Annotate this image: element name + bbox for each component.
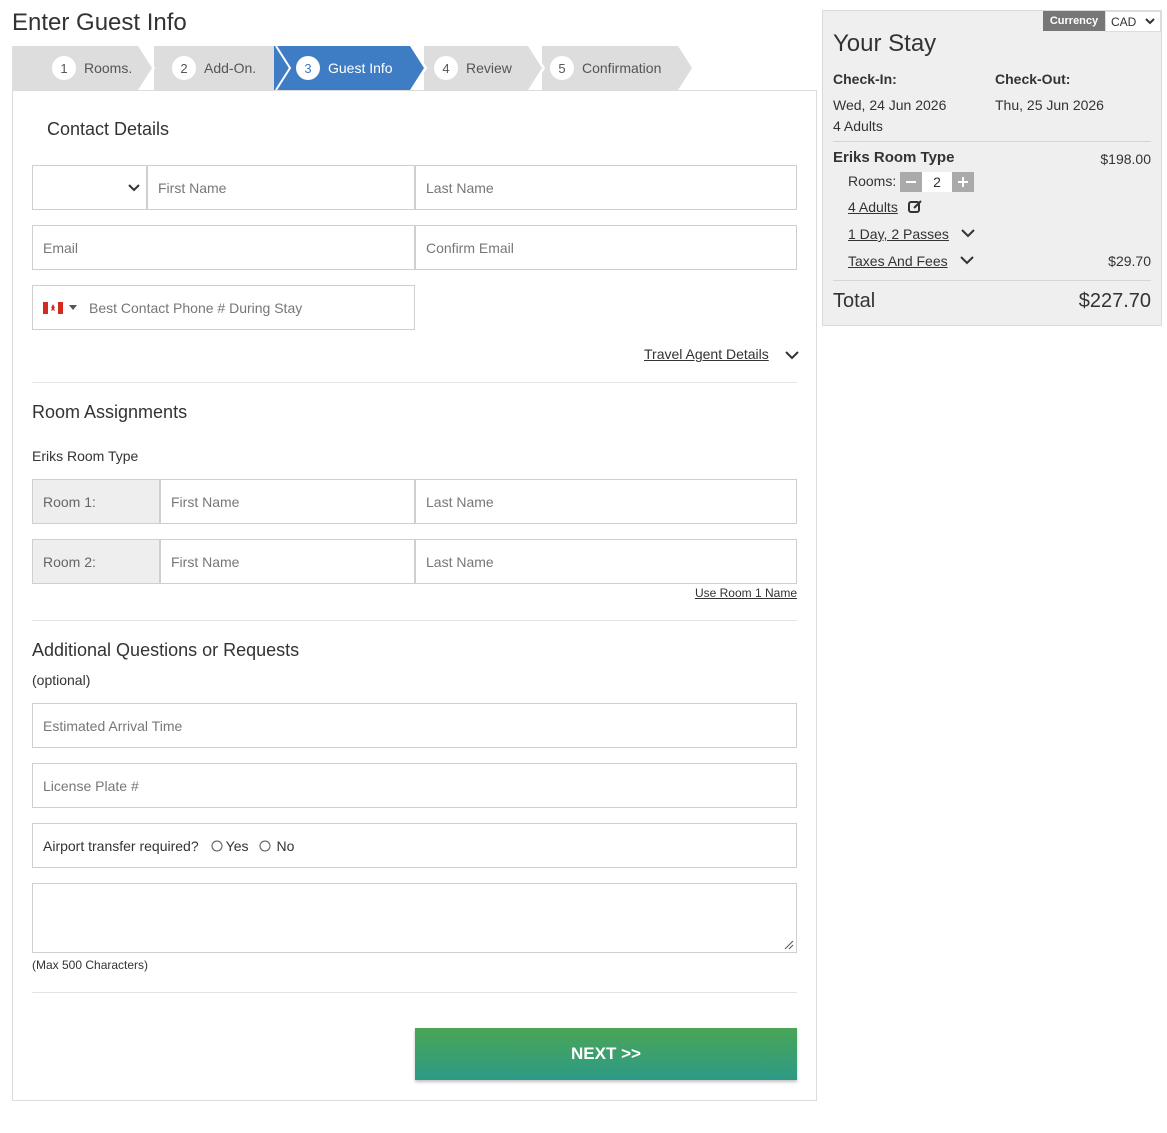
radio-no[interactable]: [259, 840, 271, 852]
minus-icon: [906, 181, 916, 183]
room-2-last-name-input[interactable]: Last Name: [415, 539, 797, 584]
section-divider: [32, 992, 797, 993]
caret-down-icon[interactable]: [69, 304, 77, 311]
room-1-last-name-input[interactable]: Last Name: [415, 479, 797, 524]
plus-icon: [958, 177, 968, 187]
your-stay-panel: Currency CAD Your Stay Check-In: Check-O…: [822, 10, 1162, 326]
room-1-label: Room 1:: [32, 479, 160, 524]
step-dividers: [139, 46, 546, 90]
currency-select[interactable]: CAD: [1105, 11, 1161, 32]
check-out-label: Check-Out:: [995, 71, 1071, 87]
chevron-down-icon[interactable]: [784, 350, 799, 360]
confirm-email-input[interactable]: Confirm Email: [415, 225, 797, 270]
adults-link[interactable]: 4 Adults: [848, 199, 898, 215]
your-stay-title: Your Stay: [833, 30, 937, 57]
radio-yes-label[interactable]: Yes: [226, 838, 249, 854]
chevron-down-icon[interactable]: [959, 256, 974, 265]
progress-stepper: 1 Rooms. 2 Add-On. 3 Guest Info 4 Review…: [12, 46, 692, 90]
travel-agent-toggle[interactable]: Travel Agent Details: [644, 346, 799, 362]
contact-details-title: Contact Details: [47, 119, 170, 139]
stay-room-type: Eriks Room Type: [833, 149, 955, 166]
canada-flag-icon[interactable]: [43, 301, 63, 314]
decrease-rooms-button[interactable]: [900, 172, 922, 192]
travel-agent-link[interactable]: Travel Agent Details: [644, 346, 769, 362]
guest-count: 4 Adults: [833, 118, 883, 134]
edit-icon[interactable]: [907, 199, 923, 214]
additional-questions-title: Additional Questions or Requests: [32, 640, 300, 660]
phone-placeholder: Best Contact Phone # During Stay: [89, 299, 303, 316]
max-characters-note: (Max 500 Characters): [32, 958, 149, 972]
total-amount: $227.70: [1078, 290, 1151, 312]
currency-label: Currency: [1043, 11, 1105, 31]
radio-no-label[interactable]: No: [276, 838, 294, 854]
room-type-label: Eriks Room Type: [32, 448, 139, 464]
taxes-link[interactable]: Taxes And Fees: [848, 253, 948, 269]
room-price: $198.00: [1100, 151, 1151, 167]
chevron-down-icon[interactable]: [961, 229, 975, 238]
radio-yes[interactable]: [211, 840, 223, 852]
room-2-label: Room 2:: [32, 539, 160, 584]
requests-textarea[interactable]: [32, 883, 797, 953]
email-input[interactable]: Email: [32, 225, 415, 270]
check-in-label: Check-In:: [833, 71, 897, 87]
room-assignments-title: Room Assignments: [32, 402, 188, 422]
airport-transfer-question: Airport transfer required?: [43, 837, 199, 854]
page-title: Enter Guest Info: [12, 9, 187, 36]
arrival-time-input[interactable]: Estimated Arrival Time: [32, 703, 797, 748]
room-1-first-name-input[interactable]: First Name: [160, 479, 415, 524]
stay-divider: [833, 141, 1151, 142]
first-name-input[interactable]: First Name: [147, 165, 415, 210]
passes-toggle[interactable]: 1 Day, 2 Passes: [848, 226, 975, 242]
total-label: Total: [833, 290, 876, 312]
increase-rooms-button[interactable]: [952, 172, 974, 192]
salutation-select[interactable]: [32, 165, 147, 210]
license-plate-input[interactable]: License Plate #: [32, 763, 797, 808]
check-in-date: Wed, 24 Jun 2026: [833, 97, 947, 113]
use-room-1-name-link[interactable]: Use Room 1 Name: [695, 586, 797, 600]
next-button[interactable]: NEXT >>: [415, 1028, 797, 1080]
room-2-first-name-input[interactable]: First Name: [160, 539, 415, 584]
airport-transfer-row: Airport transfer required? Yes No: [32, 823, 797, 868]
passes-link[interactable]: 1 Day, 2 Passes: [848, 226, 949, 242]
rooms-count[interactable]: 2: [922, 172, 952, 192]
currency-value: CAD: [1111, 14, 1137, 29]
section-divider: [32, 620, 797, 621]
resize-handle-icon[interactable]: [784, 940, 794, 950]
rooms-label: Rooms:: [848, 173, 897, 189]
stay-divider: [833, 280, 1151, 281]
taxes-amount: $29.70: [1108, 253, 1151, 269]
check-out-date: Thu, 25 Jun 2026: [995, 97, 1104, 113]
section-divider: [32, 382, 797, 383]
chevron-down-icon: [128, 184, 140, 192]
adults-edit-row[interactable]: 4 Adults: [848, 199, 923, 215]
taxes-toggle[interactable]: Taxes And Fees: [848, 253, 974, 269]
last-name-input[interactable]: Last Name: [415, 165, 797, 210]
chevron-down-icon: [1145, 18, 1155, 25]
phone-input[interactable]: Best Contact Phone # During Stay: [32, 285, 415, 330]
optional-label: (optional): [32, 672, 91, 688]
